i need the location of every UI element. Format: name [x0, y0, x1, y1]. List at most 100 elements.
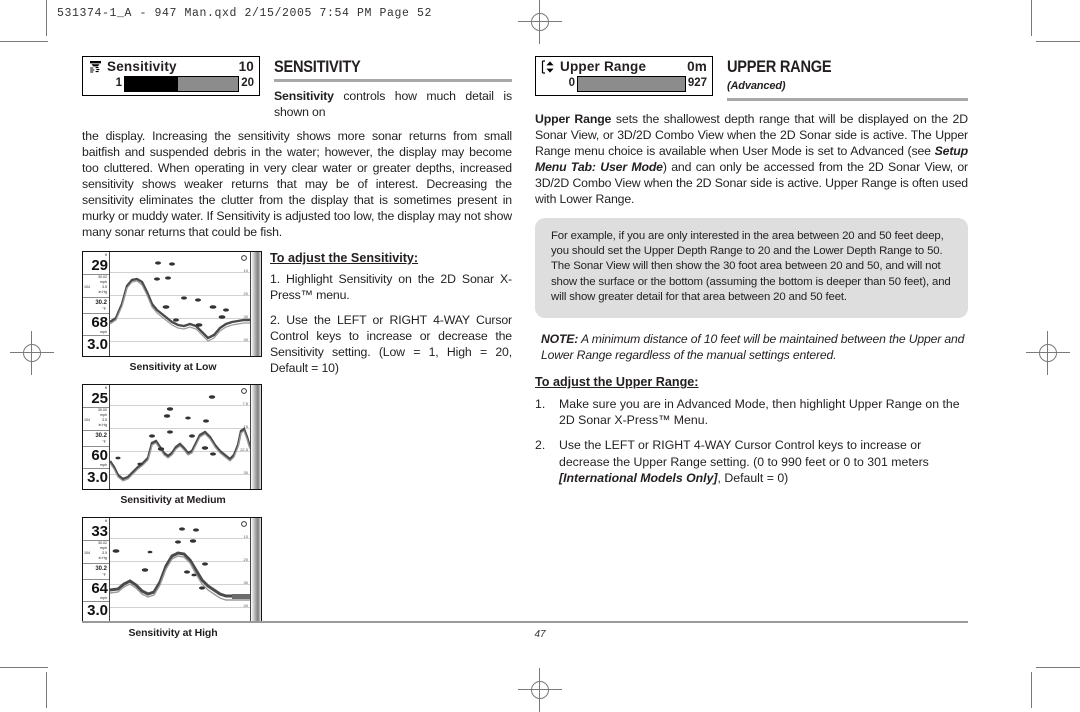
registration-mark-left	[10, 331, 54, 375]
temperature-unit: °F	[102, 572, 106, 577]
speed-small-value: 3.5	[102, 550, 107, 555]
temperature-unit: °F	[102, 439, 106, 444]
note-text: A minimum distance of 10 feet will be ma…	[541, 331, 965, 362]
heading-value: 104	[84, 284, 90, 289]
sonar-trace	[110, 254, 250, 342]
crop-mark-bottom-right-h	[1036, 667, 1080, 668]
sensitivity-step-2: 2. Use the LEFT or RIGHT 4-WAY Cursor Co…	[270, 312, 512, 375]
upper-range-step-1: 1. Make sure you are in Advanced Mode, t…	[535, 396, 968, 428]
sonar-plot: 10 20 30 40	[110, 251, 250, 356]
sonar-data-panel: ft 25 30.00 mph 104 3.5 in.Hg 30.2 °F 60…	[83, 384, 110, 489]
speed-small-value: 3.5	[102, 284, 107, 289]
registration-mark-right	[1026, 331, 1070, 375]
upper-range-menu-widget[interactable]: Upper Range 0m 0 927	[535, 56, 713, 96]
sensitivity-section-heading: SENSITIVITY	[274, 57, 361, 76]
sonar-grayscale-bar	[250, 384, 261, 489]
second-depth-value: 60	[91, 446, 108, 464]
upper-range-menu-value: 0m	[687, 59, 707, 75]
sonar-grayscale-bar	[250, 517, 261, 622]
sensitivity-menu-widget[interactable]: Sensitivity 10 1 20	[82, 56, 260, 96]
example-callout-text: For example, if you are only interested …	[551, 230, 951, 303]
sonar-screenshot: ft 33 30.02 mph 104 3.5 in.Hg 30.2 °F 64…	[82, 516, 262, 623]
sensitivity-slider-min: 1	[115, 77, 122, 90]
depth-value: 25	[91, 389, 108, 407]
step-text-part-1: Use the LEFT or RIGHT 4-WAY Cursor Contr…	[559, 438, 929, 469]
step-text: Use the LEFT or RIGHT 4-WAY Cursor Contr…	[559, 437, 968, 486]
sonar-figure-list: ft 29 30.02 mph 104 3.5 in.Hg 30.2 °F 68…	[82, 250, 264, 650]
sensitivity-step-1: 1. Highlight Sensitivity on the 2D Sonar…	[270, 271, 512, 302]
speed-small-unit: mph	[100, 412, 107, 417]
upper-range-heading-rule	[727, 98, 968, 102]
crop-mark-bottom-right-v	[1031, 672, 1032, 708]
speed-value: 3.0	[87, 601, 108, 619]
crop-mark-top-left-h	[0, 41, 48, 42]
crop-mark-bottom-left-h	[0, 667, 48, 668]
sonar-screenshot: ft 25 30.00 mph 104 3.5 in.Hg 30.2 °F 60…	[82, 383, 262, 490]
sensitivity-body-paragraph: the display. Increasing the sensitivity …	[82, 128, 512, 239]
sensitivity-instructions: To adjust the Sensitivity: 1. Highlight …	[270, 251, 512, 650]
second-depth-value: 64	[91, 579, 108, 597]
sonar-plot: 7.5 15 22.5 30	[110, 384, 250, 489]
note-label: NOTE:	[541, 331, 579, 346]
sonar-data-panel: ft 33 30.02 mph 104 3.5 in.Hg 30.2 °F 64…	[83, 517, 110, 622]
temperature-value: 30.2	[95, 432, 107, 439]
heading-value: 104	[84, 417, 90, 422]
depth-value: 29	[91, 256, 108, 274]
step-text: Make sure you are in Advanced Mode, then…	[559, 397, 960, 428]
figure-sensitivity-low: ft 29 30.02 mph 104 3.5 in.Hg 30.2 °F 68…	[82, 250, 264, 373]
pressure-value: 30.00	[98, 407, 107, 412]
sensitivity-heading-rule	[274, 78, 512, 82]
sensitivity-lead-word: Sensitivity	[274, 88, 334, 103]
right-column: Upper Range 0m 0 927 UPPER RANGE (Advanc…	[535, 56, 968, 495]
step-text-emphasis: [International Models Only]	[559, 470, 718, 485]
figure-caption: Sensitivity at Medium	[120, 493, 226, 506]
speed-small-unit: mph	[100, 545, 107, 550]
pressure-value: 30.02	[98, 540, 107, 545]
sonar-grayscale-bar	[250, 251, 261, 356]
upper-range-subheading: (Advanced)	[727, 79, 786, 92]
step-number: 1.	[535, 397, 546, 412]
upper-range-lead-word: Upper Range	[535, 112, 612, 127]
speed-value: 3.0	[87, 468, 108, 486]
upper-range-steps: 1. Make sure you are in Advanced Mode, t…	[535, 396, 968, 486]
figure-caption: Sensitivity at Low	[129, 360, 217, 373]
up-down-range-icon	[541, 60, 556, 74]
sonar-trace	[110, 520, 250, 601]
speed-value: 3.0	[87, 335, 108, 353]
pressure-value: 30.02	[98, 274, 107, 279]
crop-mark-bottom-left-v	[46, 672, 47, 708]
upper-range-slider-max: 927	[687, 77, 707, 90]
left-column: Sensitivity 10 1 20 SENSITIVITY Sensitiv…	[82, 56, 512, 650]
pressure-unit: in.Hg	[98, 422, 107, 427]
upper-range-slider[interactable]	[577, 76, 686, 92]
example-callout-box: For example, if you are only interested …	[535, 218, 968, 318]
page-content: Sensitivity 10 1 20 SENSITIVITY Sensitiv…	[82, 56, 968, 639]
heading-value: 104	[84, 550, 90, 555]
pressure-unit: in.Hg	[98, 289, 107, 294]
temperature-unit: °F	[102, 306, 106, 311]
sensitivity-menu-value: 10	[238, 59, 254, 75]
upper-range-step-2: 2. Use the LEFT or RIGHT 4-WAY Cursor Co…	[535, 437, 968, 486]
speed-small-unit: mph	[100, 279, 107, 284]
page-number: 47	[534, 629, 546, 640]
print-header: 531374-1_A - 947 Man.qxd 2/15/2005 7:54 …	[57, 7, 433, 20]
sensitivity-slider[interactable]	[124, 76, 240, 92]
sensitivity-intro-first-line: Sensitivity controls how much detail is …	[274, 88, 512, 119]
upper-range-menu-label: Upper Range	[560, 59, 647, 75]
upper-range-adjust-heading: To adjust the Upper Range:	[535, 375, 699, 390]
sensitivity-adjust-heading: To adjust the Sensitivity:	[270, 250, 419, 265]
step-number: 2.	[535, 438, 546, 453]
crop-mark-top-right-h	[1036, 41, 1080, 42]
step-text-part-2: , Default = 0)	[717, 470, 789, 485]
sonar-trace	[110, 387, 250, 482]
speed-small-value: 3.5	[102, 417, 107, 422]
crop-mark-top-right-v	[1031, 0, 1032, 36]
sonar-plot: 10 20 30 40	[110, 517, 250, 622]
upper-range-note: NOTE: A minimum distance of 10 feet will…	[535, 331, 968, 363]
second-depth-value: 68	[91, 313, 108, 331]
upper-range-body-paragraph: Upper Range sets the shallowest depth ra…	[535, 112, 968, 208]
depth-value: 33	[91, 522, 108, 540]
upper-range-section-heading: UPPER RANGE	[727, 57, 832, 76]
crop-mark-top-left-v	[46, 0, 47, 36]
sensitivity-menu-label: Sensitivity	[107, 59, 177, 75]
